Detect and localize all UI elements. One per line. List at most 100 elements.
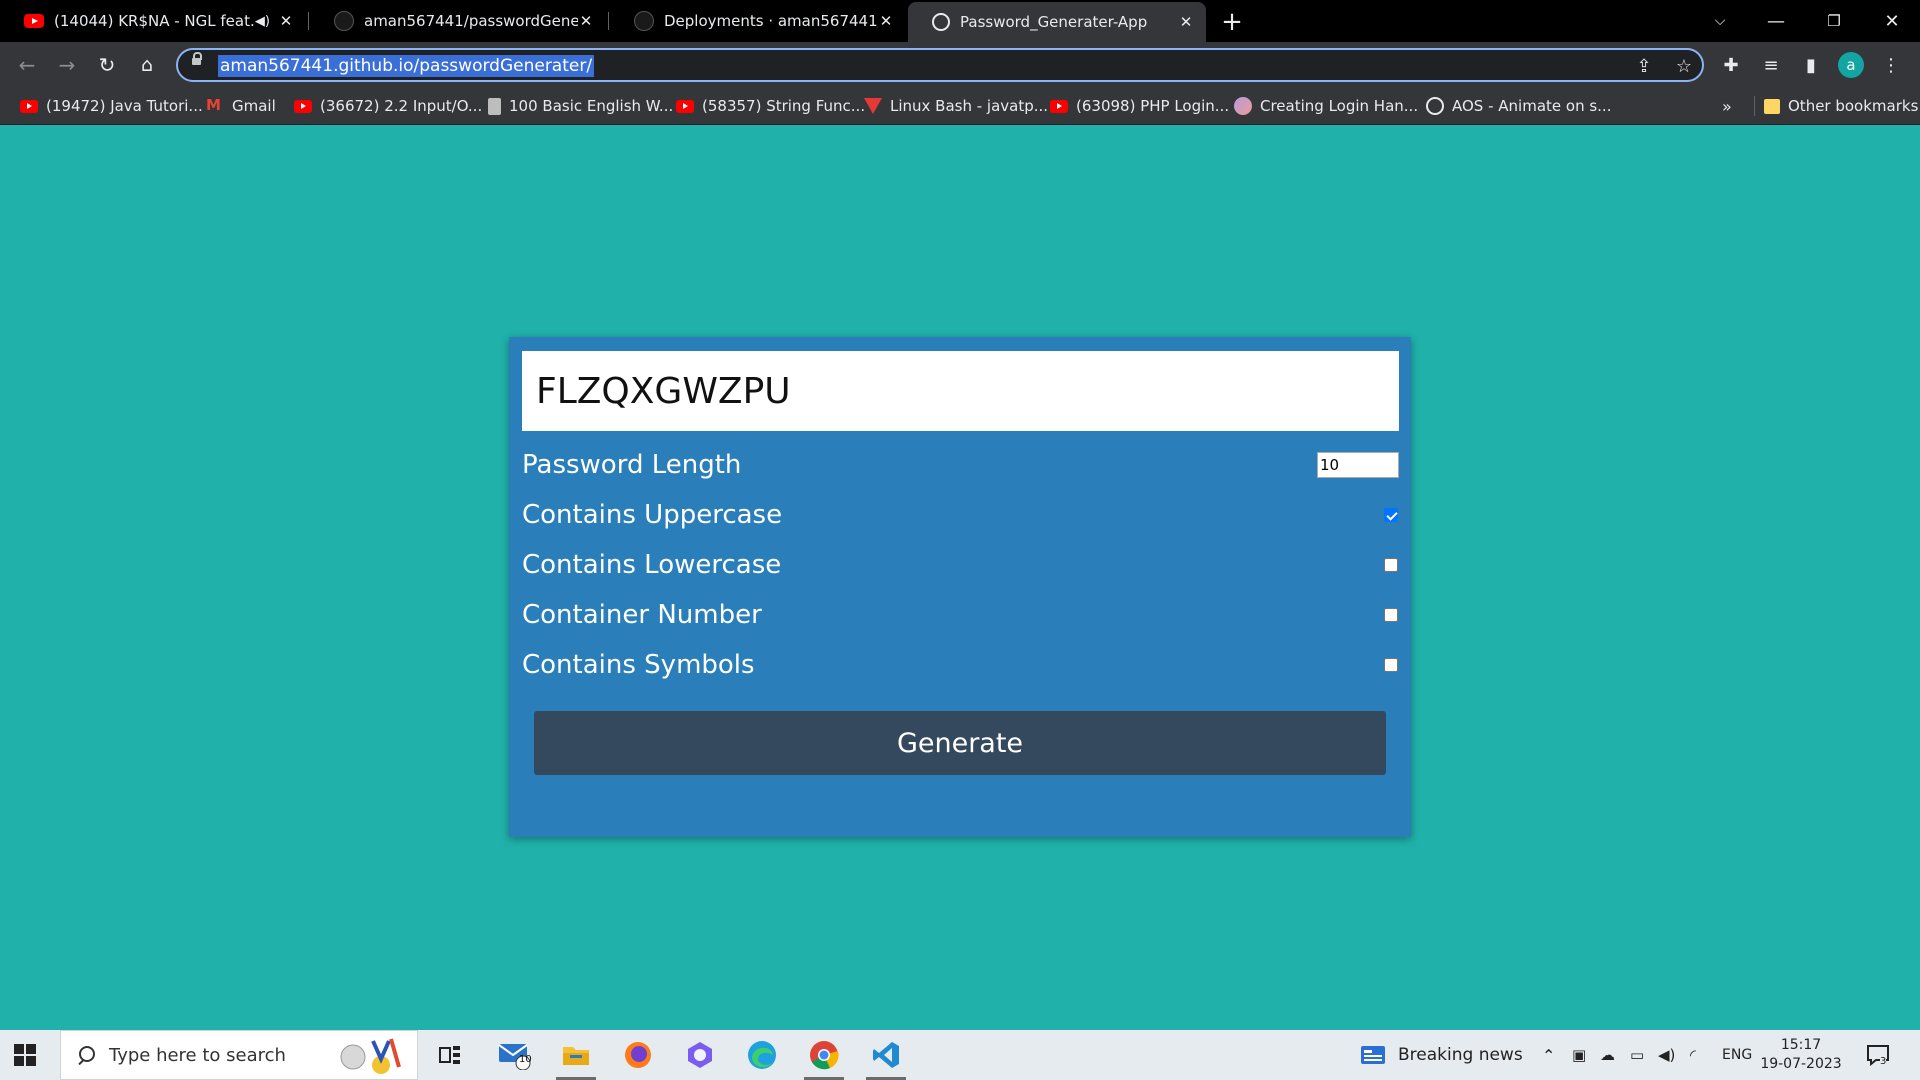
forward-button[interactable]: → (52, 50, 82, 80)
mail-app-icon[interactable]: 10 (486, 1030, 542, 1080)
tab-password-generator[interactable]: Password_Generater-App ✕ (908, 2, 1206, 42)
globe-icon (932, 13, 950, 31)
restore-button[interactable]: ❐ (1806, 0, 1862, 42)
github-icon (334, 11, 354, 31)
volume-icon[interactable]: ◀) (1658, 1030, 1675, 1080)
file-explorer-icon[interactable] (548, 1030, 604, 1080)
length-label: Password Length (522, 450, 742, 480)
bookmark-label: (19472) Java Tutori... (46, 97, 203, 115)
reload-button[interactable]: ↻ (92, 50, 122, 80)
globe-icon (1426, 97, 1444, 115)
side-panel-icon[interactable]: ▮ (1796, 50, 1826, 80)
uppercase-row: Contains Uppercase (522, 495, 1399, 535)
youtube-icon (24, 14, 44, 28)
mail-badge: 10 (519, 1054, 532, 1065)
uppercase-label: Contains Uppercase (522, 500, 783, 530)
new-tab-button[interactable]: + (1218, 7, 1246, 37)
notification-center[interactable]: 3 (1866, 1030, 1890, 1080)
home-button[interactable]: ⌂ (132, 50, 162, 80)
bookmark-separator (1754, 96, 1755, 116)
close-icon[interactable]: ✕ (578, 12, 594, 30)
tab-github-deployments[interactable]: Deployments · aman567441/pass ✕ (610, 0, 906, 42)
bookmark-item[interactable]: AOS - Animate on s... (1426, 88, 1611, 124)
onedrive-icon[interactable]: ☁ (1600, 1030, 1615, 1080)
symbols-checkbox[interactable] (1384, 658, 1398, 672)
bookmark-label: (36672) 2.2 Input/O... (320, 97, 483, 115)
wifi-icon[interactable]: ◜ (1690, 1030, 1696, 1080)
tab-search-chevron-icon[interactable]: ⌵ (1692, 0, 1748, 42)
profile-avatar[interactable]: a (1838, 52, 1864, 78)
lowercase-label: Contains Lowercase (522, 550, 782, 580)
tab-title: Deployments · aman567441/pass (664, 12, 878, 30)
edge-icon[interactable] (734, 1030, 790, 1080)
password-display[interactable]: FLZQXGWZPU (522, 351, 1399, 431)
tab-title: aman567441/passwordGenerater (364, 12, 578, 30)
bookmark-item[interactable]: (36672) 2.2 Input/O... (294, 88, 482, 124)
youtube-icon (294, 99, 312, 113)
tab-title: Password_Generater-App (960, 13, 1148, 31)
speaker-icon[interactable]: ◀) (255, 14, 270, 29)
other-bookmarks[interactable]: Other bookmarks (1764, 88, 1918, 124)
close-window-button[interactable]: ✕ (1864, 0, 1920, 42)
address-bar[interactable]: aman567441.github.io/passwordGenerater/ … (176, 48, 1704, 82)
url-text[interactable]: aman567441.github.io/passwordGenerater/ (218, 55, 595, 77)
extensions-icon[interactable]: ✚ (1716, 50, 1746, 80)
firefox-icon[interactable] (610, 1030, 666, 1080)
search-placeholder: Type here to search (109, 1044, 286, 1066)
tab-youtube[interactable]: (14044) KR$NA - NGL feat. Ta ◀) ✕ (0, 0, 306, 42)
lowercase-checkbox[interactable] (1384, 558, 1398, 572)
vscode-icon[interactable] (858, 1030, 914, 1080)
youtube-icon (1050, 99, 1068, 113)
generate-button[interactable]: Generate (534, 711, 1386, 775)
share-icon[interactable]: ⇪ (1632, 54, 1656, 78)
search-highlight-icon (340, 1038, 401, 1074)
bookmark-item[interactable]: Creating Login Han... (1234, 88, 1418, 124)
copilot-icon[interactable] (672, 1030, 728, 1080)
bookmark-item[interactable]: (58357) String Func... (676, 88, 865, 124)
battery-icon[interactable]: ▭ (1630, 1030, 1644, 1080)
close-icon[interactable]: ✕ (278, 12, 294, 30)
close-icon[interactable]: ✕ (1178, 13, 1194, 31)
tab-github-repo[interactable]: aman567441/passwordGenerater ✕ (310, 0, 606, 42)
system-clock[interactable]: 15:17 19-07-2023 (1760, 1036, 1842, 1074)
number-row: Container Number (522, 595, 1399, 635)
symbols-row: Contains Symbols (522, 645, 1399, 685)
task-view-icon[interactable] (422, 1030, 478, 1080)
lock-icon[interactable] (192, 52, 202, 65)
tab-separator (608, 12, 609, 30)
bookmarks-overflow-button[interactable]: » (1722, 88, 1732, 124)
windows-start-icon[interactable] (14, 1044, 36, 1066)
symbols-label: Contains Symbols (522, 650, 755, 680)
bookmarks-bar: (19472) Java Tutori... Gmail (36672) 2.2… (0, 88, 1920, 125)
clock-date: 19-07-2023 (1760, 1056, 1842, 1072)
uppercase-checkbox[interactable] (1384, 508, 1398, 522)
bookmark-item[interactable]: (19472) Java Tutori... (20, 88, 203, 124)
youtube-icon (676, 99, 694, 113)
avatar-icon (1234, 97, 1252, 115)
language-indicator[interactable]: ENG (1722, 1030, 1752, 1080)
length-input[interactable] (1317, 452, 1399, 478)
chrome-icon[interactable] (796, 1030, 852, 1080)
close-icon[interactable]: ✕ (878, 12, 894, 30)
meet-now-icon[interactable]: ▣ (1572, 1030, 1586, 1080)
bookmark-item[interactable]: 100 Basic English W... (488, 88, 673, 124)
taskbar-search[interactable]: Type here to search (60, 1030, 418, 1080)
page-content: FLZQXGWZPU Password Length Contains Uppe… (0, 125, 1920, 1030)
news-widget[interactable]: Breaking news (1360, 1030, 1523, 1080)
number-checkbox[interactable] (1384, 608, 1398, 622)
back-button[interactable]: ← (12, 50, 42, 80)
menu-dots-icon[interactable]: ⋮ (1876, 50, 1906, 80)
news-icon (1361, 1046, 1385, 1064)
minimize-button[interactable]: — (1748, 0, 1804, 42)
news-label: Breaking news (1398, 1045, 1523, 1065)
show-hidden-icons-icon[interactable]: ⌃ (1542, 1030, 1555, 1080)
page-icon (488, 97, 501, 115)
browser-titlebar: (14044) KR$NA - NGL feat. Ta ◀) ✕ aman56… (0, 0, 1920, 42)
bookmark-star-icon[interactable]: ☆ (1672, 54, 1696, 78)
bookmark-item[interactable]: Linux Bash - javatp... (864, 88, 1048, 124)
lowercase-row: Contains Lowercase (522, 545, 1399, 585)
bookmark-item[interactable]: Gmail (206, 88, 276, 124)
media-control-icon[interactable]: ≡ (1756, 50, 1786, 80)
github-icon (634, 11, 654, 31)
bookmark-item[interactable]: (63098) PHP Login... (1050, 88, 1229, 124)
